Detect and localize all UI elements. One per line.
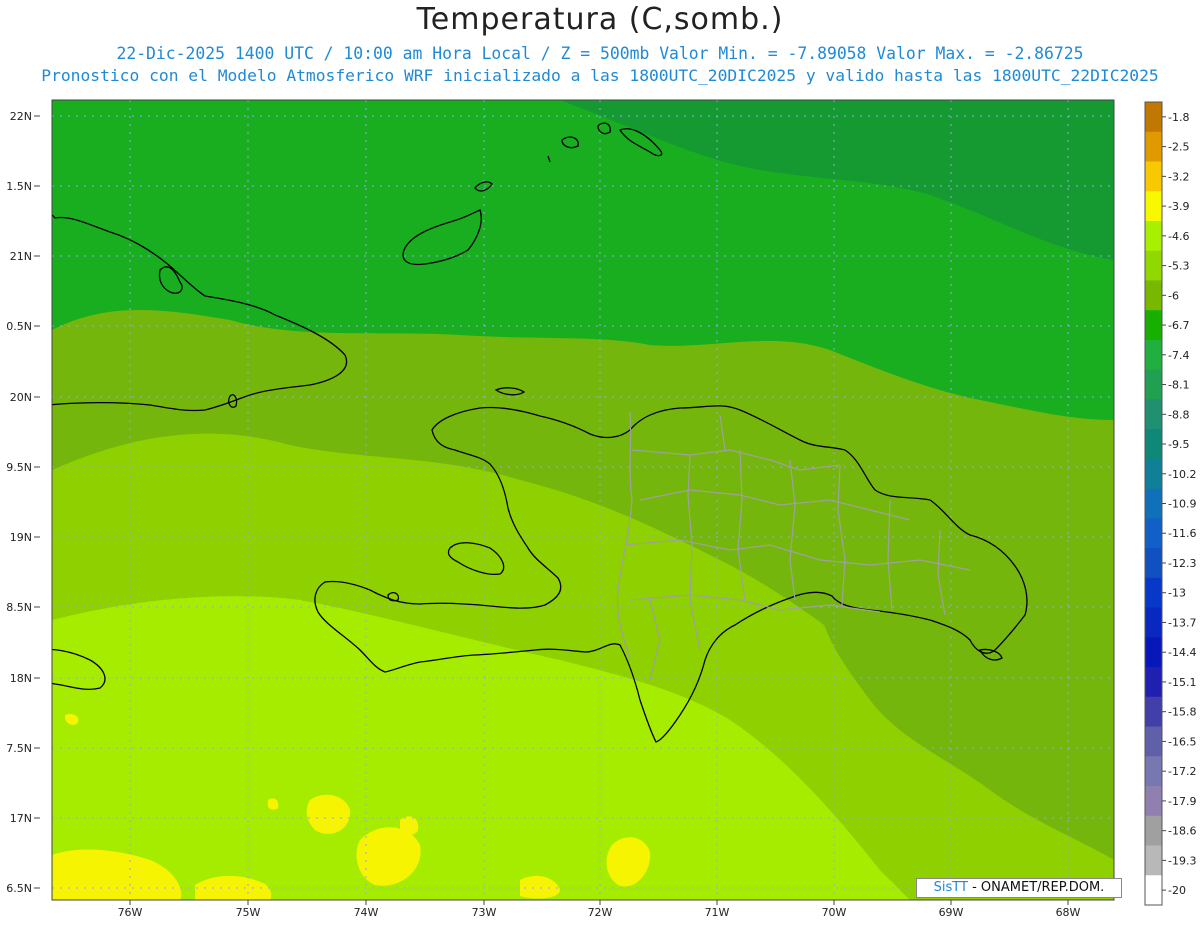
lat-label: 1.5N <box>6 180 32 193</box>
lon-label: 69W <box>939 906 964 919</box>
colorbar-label: -19.3 <box>1168 854 1196 867</box>
lon-label: 76W <box>118 906 143 919</box>
longitude-labels: 76W 75W 74W 73W 72W 71W 70W 69W 68W <box>118 906 1081 919</box>
colorbar-swatch <box>1145 488 1162 519</box>
colorbar: -1.8 -2.5 -3.2 -3.9 -4.6 -5.3 -6 -6.7 -7.4 -8.1 -8… <box>1144 101 1196 906</box>
colorbar-swatch <box>1145 607 1162 638</box>
colorbar-label: -6.7 <box>1168 319 1189 332</box>
credit-text: - ONAMET/REP.DOM. <box>967 880 1105 895</box>
lat-label: 6.5N <box>6 882 32 895</box>
lon-label: 68W <box>1056 906 1081 919</box>
colorbar-label: -17.9 <box>1168 795 1196 808</box>
lon-label: 72W <box>588 906 613 919</box>
colorbar-label: -17.2 <box>1168 765 1196 778</box>
colorbar-swatch <box>1145 637 1162 668</box>
colorbar-swatch <box>1145 815 1162 847</box>
colorbar-swatch <box>1145 726 1162 757</box>
colorbar-label: -9.5 <box>1168 438 1189 451</box>
lat-label: 8.5N <box>6 601 32 614</box>
latitude-labels: 22N 1.5N 21N 0.5N 20N 9.5N 19N 8.5N 18N … <box>6 110 32 895</box>
colorbar-label: -6 <box>1168 289 1179 302</box>
colorbar-label: -3.9 <box>1168 200 1189 213</box>
colorbar-swatch <box>1145 102 1162 133</box>
colorbar-swatch <box>1145 131 1162 162</box>
lat-label: 18N <box>10 672 32 685</box>
colorbar-label: -2.5 <box>1168 141 1189 154</box>
colorbar-label: -15.1 <box>1168 676 1196 689</box>
lat-label: 17N <box>10 812 32 825</box>
colorbar-swatch <box>1145 191 1162 222</box>
colorbar-label: -8.1 <box>1168 379 1189 392</box>
brand-logo: SisTT <box>933 880 968 895</box>
colorbar-label: -12.3 <box>1168 557 1196 570</box>
colorbar-swatch <box>1145 339 1162 371</box>
colorbar-swatch <box>1145 577 1162 609</box>
colorbar-swatch <box>1145 756 1162 787</box>
latitude-ticks <box>34 115 40 889</box>
longitude-ticks <box>129 900 1069 905</box>
colorbar-swatch <box>1145 161 1162 192</box>
colorbar-label: -18.6 <box>1168 825 1196 838</box>
colorbar-label: -20 <box>1168 884 1186 897</box>
colorbar-swatch <box>1145 696 1162 728</box>
credit-box: SisTT - ONAMET/REP.DOM. <box>916 878 1122 898</box>
colorbar-swatch <box>1145 429 1162 460</box>
colorbar-label: -4.6 <box>1168 230 1189 243</box>
lat-label: 19N <box>10 531 32 544</box>
colorbar-swatch <box>1145 845 1162 876</box>
colorbar-label: -16.5 <box>1168 735 1196 748</box>
colorbar-label: -10.2 <box>1168 468 1196 481</box>
colorbar-swatch <box>1145 875 1162 906</box>
colorbar-swatch <box>1145 220 1162 252</box>
lat-label: 7.5N <box>6 742 32 755</box>
colorbar-swatch <box>1145 399 1162 430</box>
colorbar-swatch <box>1145 548 1162 579</box>
lat-label: 9.5N <box>6 461 32 474</box>
colorbar-swatch <box>1145 786 1162 817</box>
lon-label: 70W <box>822 906 847 919</box>
colorbar-swatch <box>1145 250 1162 281</box>
colorbar-label: -8.8 <box>1168 408 1189 421</box>
colorbar-label: -7.4 <box>1168 349 1189 362</box>
colorbar-label: -3.2 <box>1168 170 1189 183</box>
colorbar-label: -15.8 <box>1168 706 1196 719</box>
lon-label: 74W <box>354 906 379 919</box>
lon-label: 73W <box>472 906 497 919</box>
colorbar-label: -10.9 <box>1168 498 1196 511</box>
colorbar-swatch <box>1145 667 1162 698</box>
temperature-map: 22N 1.5N 21N 0.5N 20N 9.5N 19N 8.5N 18N … <box>6 99 1196 919</box>
colorbar-swatch <box>1145 280 1162 311</box>
temperature-field <box>52 100 1114 900</box>
lat-label: 0.5N <box>6 320 32 333</box>
colorbar-label: -5.3 <box>1168 260 1189 273</box>
colorbar-label: -13 <box>1168 587 1186 600</box>
colorbar-swatch <box>1145 518 1162 549</box>
colorbar-swatch <box>1145 369 1162 400</box>
colorbar-label: -1.8 <box>1168 111 1189 124</box>
colorbar-label: -13.7 <box>1168 616 1196 629</box>
lat-label: 21N <box>10 250 32 263</box>
colorbar-swatch <box>1145 458 1162 490</box>
lon-label: 71W <box>705 906 730 919</box>
lat-label: 22N <box>10 110 32 123</box>
colorbar-label: -11.6 <box>1168 527 1196 540</box>
lon-label: 75W <box>236 906 261 919</box>
colorbar-label: -14.4 <box>1168 646 1196 659</box>
lat-label: 20N <box>10 391 32 404</box>
colorbar-swatch <box>1145 310 1162 341</box>
